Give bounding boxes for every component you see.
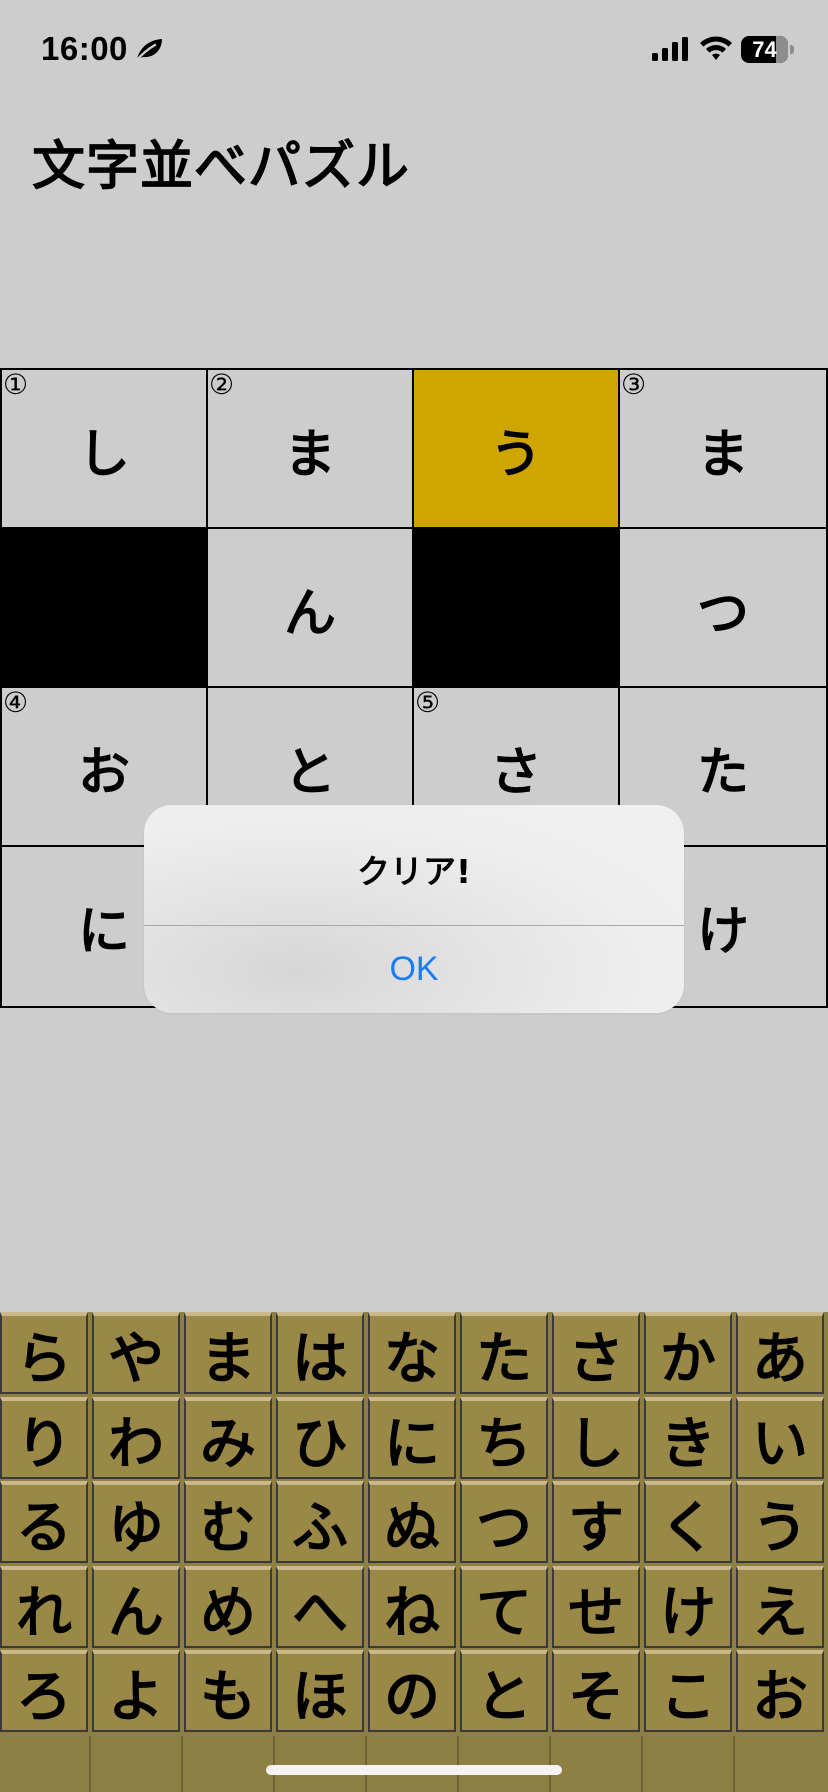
kana-key[interactable]: る (0, 1481, 88, 1563)
kana-key[interactable]: ち (460, 1397, 548, 1479)
kana-key[interactable]: お (736, 1650, 824, 1732)
kana-key[interactable]: め (184, 1566, 272, 1648)
page-title: 文字並べパズル (32, 136, 410, 197)
grid-cell[interactable]: う (412, 368, 620, 531)
battery-level: 74 (752, 37, 777, 62)
keyboard-separator (273, 1736, 275, 1792)
kana-key[interactable]: よ (92, 1650, 180, 1732)
kana-key[interactable]: ね (368, 1566, 456, 1648)
cell-char: ま (696, 425, 749, 485)
kana-key[interactable]: ぬ (368, 1481, 456, 1563)
signal-icon (652, 37, 688, 61)
keyboard-separator (733, 1736, 735, 1792)
kana-key[interactable]: い (736, 1397, 824, 1479)
kana-key[interactable]: へ (276, 1566, 364, 1648)
kana-key[interactable]: ま (184, 1312, 272, 1394)
wifi-icon (700, 36, 732, 60)
battery-icon: 74 (741, 36, 794, 63)
grid-cell[interactable]: ん (206, 527, 414, 690)
keyboard-bottom-strip (0, 1736, 828, 1792)
kana-key[interactable]: さ (552, 1312, 640, 1394)
grid-cell[interactable]: ①し (0, 368, 208, 531)
cell-char: ま (283, 425, 336, 485)
keyboard-separator (549, 1736, 551, 1792)
kana-key[interactable]: か (644, 1312, 732, 1394)
kana-key[interactable]: や (92, 1312, 180, 1394)
kana-key[interactable]: て (460, 1566, 548, 1648)
kana-key[interactable]: ら (0, 1312, 88, 1394)
status-bar: 16:00 74 (0, 0, 828, 100)
grid-cell[interactable]: つ (618, 527, 828, 690)
kana-key[interactable]: り (0, 1397, 88, 1479)
kana-key[interactable]: ろ (0, 1650, 88, 1732)
kana-key[interactable]: こ (644, 1650, 732, 1732)
kana-key[interactable]: ふ (276, 1481, 364, 1563)
kana-key[interactable]: の (368, 1650, 456, 1732)
kana-key[interactable]: ゆ (92, 1481, 180, 1563)
grid-cell[interactable]: ③ま (618, 368, 828, 531)
kana-key[interactable]: た (460, 1312, 548, 1394)
grid-cell-blocked (0, 527, 208, 690)
kana-key[interactable]: ひ (276, 1397, 364, 1479)
kana-key[interactable]: そ (552, 1650, 640, 1732)
kana-key[interactable]: み (184, 1397, 272, 1479)
kana-key[interactable]: な (368, 1312, 456, 1394)
alert-title: クリア! (356, 852, 472, 891)
keyboard-separator (457, 1736, 459, 1792)
clear-alert: クリア! OK (144, 805, 684, 1013)
kana-key[interactable]: れ (0, 1566, 88, 1648)
status-time: 16:00 (41, 30, 128, 67)
kana-key[interactable]: は (276, 1312, 364, 1394)
kana-key[interactable]: あ (736, 1312, 824, 1394)
grid-cell-blocked (412, 527, 620, 690)
home-indicator (266, 1765, 562, 1775)
kana-keyboard: らやまはなたさかありわみひにちしきいるゆむふぬつすくうれんめへねてせけえろよもほ… (0, 1312, 828, 1792)
kana-key[interactable]: う (736, 1481, 824, 1563)
kana-key[interactable]: く (644, 1481, 732, 1563)
kana-key[interactable]: す (552, 1481, 640, 1563)
kana-key[interactable]: も (184, 1650, 272, 1732)
kana-key[interactable]: む (184, 1481, 272, 1563)
leaf-icon (134, 39, 162, 62)
keyboard-separator (641, 1736, 643, 1792)
cell-char: う (489, 425, 542, 485)
kana-key[interactable]: せ (552, 1566, 640, 1648)
cell-char: つ (696, 584, 749, 644)
keyboard-separator (365, 1736, 367, 1792)
keyboard-separator (181, 1736, 183, 1792)
kana-key[interactable]: き (644, 1397, 732, 1479)
grid-cell[interactable]: ②ま (206, 368, 414, 531)
kana-key[interactable]: わ (92, 1397, 180, 1479)
cell-char: ん (283, 584, 336, 644)
kana-key[interactable]: え (736, 1566, 824, 1648)
kana-key[interactable]: つ (460, 1481, 548, 1563)
kana-key[interactable]: ほ (276, 1650, 364, 1732)
cell-char: し (77, 425, 130, 485)
keyboard-separator (89, 1736, 91, 1792)
ok-button[interactable]: OK (144, 926, 684, 1013)
kana-key[interactable]: け (644, 1566, 732, 1648)
kana-key[interactable]: に (368, 1397, 456, 1479)
kana-key[interactable]: し (552, 1397, 640, 1479)
kana-key[interactable]: と (460, 1650, 548, 1732)
kana-key[interactable]: ん (92, 1566, 180, 1648)
